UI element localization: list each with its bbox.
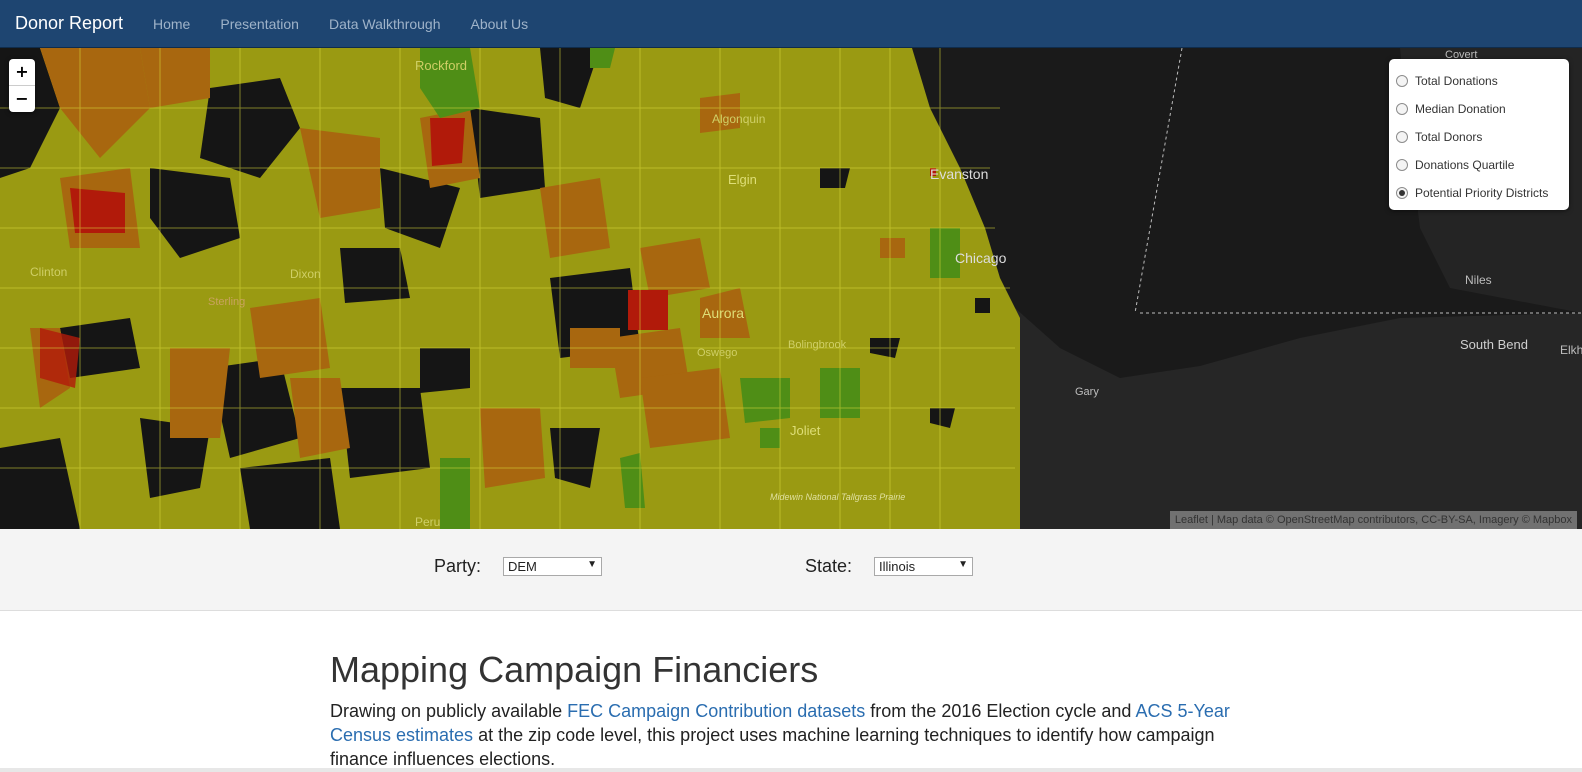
label-peru: Peru bbox=[415, 515, 440, 529]
party-select-value: DEM bbox=[508, 559, 537, 574]
nav-presentation[interactable]: Presentation bbox=[205, 0, 314, 48]
radio-icon[interactable] bbox=[1396, 75, 1408, 87]
label-gary: Gary bbox=[1075, 386, 1099, 398]
main-content: Mapping Campaign Financiers Drawing on p… bbox=[330, 611, 1230, 771]
intro-paragraph: Drawing on publicly available FEC Campai… bbox=[330, 699, 1230, 771]
zoom-in-button[interactable]: + bbox=[9, 59, 35, 85]
label-bolingbrook: Bolingbrook bbox=[788, 339, 847, 351]
layer-total-donors[interactable]: Total Donors bbox=[1396, 123, 1561, 151]
label-sterling: Sterling bbox=[208, 296, 245, 308]
state-select[interactable]: Illinois ▼ bbox=[874, 557, 973, 576]
layer-label: Median Donation bbox=[1415, 102, 1506, 116]
party-select[interactable]: DEM ▼ bbox=[503, 557, 602, 576]
radio-checked-icon[interactable] bbox=[1396, 187, 1408, 199]
layer-label: Potential Priority Districts bbox=[1415, 186, 1549, 200]
layer-label: Donations Quartile bbox=[1415, 158, 1515, 172]
label-algonquin: Algonquin bbox=[712, 112, 765, 126]
radio-icon[interactable] bbox=[1396, 131, 1408, 143]
zoom-out-button[interactable]: − bbox=[9, 85, 35, 112]
navbar: Donor Report Home Presentation Data Walk… bbox=[0, 0, 1582, 48]
layer-control: Total Donations Median Donation Total Do… bbox=[1389, 59, 1569, 210]
nav-about-us[interactable]: About Us bbox=[456, 0, 544, 48]
intro-text-1: Drawing on publicly available bbox=[330, 701, 568, 721]
label-elgin: Elgin bbox=[728, 172, 757, 187]
layer-potential-priority-districts[interactable]: Potential Priority Districts bbox=[1396, 179, 1561, 207]
layer-total-donations[interactable]: Total Donations bbox=[1396, 67, 1561, 95]
brand-link[interactable]: Donor Report bbox=[15, 13, 123, 34]
party-label: Party: bbox=[434, 556, 482, 576]
layer-label: Total Donors bbox=[1415, 130, 1483, 144]
label-elkhart: Elkh bbox=[1560, 343, 1582, 357]
label-niles: Niles bbox=[1465, 273, 1492, 287]
nav-data-walkthrough[interactable]: Data Walkthrough bbox=[314, 0, 456, 48]
map-canvas[interactable]: Rockford Algonquin Elgin Evanston Chicag… bbox=[0, 48, 1582, 529]
label-clinton: Clinton bbox=[30, 265, 67, 279]
label-midewin: Midewin National Tallgrass Prairie bbox=[770, 492, 905, 502]
dropdown-arrow-icon: ▼ bbox=[587, 559, 597, 570]
choropleth-map[interactable]: Rockford Algonquin Elgin Evanston Chicag… bbox=[0, 48, 1582, 529]
nav-links: Home Presentation Data Walkthrough About… bbox=[138, 0, 543, 48]
state-select-value: Illinois bbox=[879, 559, 916, 574]
zoom-control: + − bbox=[9, 59, 35, 112]
layer-donations-quartile[interactable]: Donations Quartile bbox=[1396, 151, 1561, 179]
label-joliet: Joliet bbox=[790, 423, 821, 438]
intro-text-2: from the 2016 Election cycle and bbox=[865, 701, 1136, 721]
label-aurora: Aurora bbox=[702, 305, 744, 321]
filter-bar: Party: DEM ▼ State: Illinois ▼ bbox=[0, 529, 1582, 611]
radio-icon[interactable] bbox=[1396, 103, 1408, 115]
fec-link[interactable]: FEC Campaign Contribution datasets bbox=[567, 701, 865, 721]
label-chicago: Chicago bbox=[955, 250, 1007, 266]
nav-home[interactable]: Home bbox=[138, 0, 205, 48]
layer-median-donation[interactable]: Median Donation bbox=[1396, 95, 1561, 123]
label-rockford: Rockford bbox=[415, 58, 467, 73]
page-title: Mapping Campaign Financiers bbox=[330, 649, 819, 690]
label-south-bend: South Bend bbox=[1460, 337, 1528, 352]
lake-border bbox=[1134, 48, 1183, 314]
radio-icon[interactable] bbox=[1396, 159, 1408, 171]
layer-label: Total Donations bbox=[1415, 74, 1498, 88]
dropdown-arrow-icon: ▼ bbox=[958, 559, 968, 570]
state-label: State: bbox=[805, 556, 853, 576]
label-dixon: Dixon bbox=[290, 267, 321, 281]
map-attribution: Leaflet | Map data © OpenStreetMap contr… bbox=[1169, 511, 1577, 529]
page-divider bbox=[0, 768, 1582, 772]
label-evanston: Evanston bbox=[930, 166, 988, 182]
label-oswego: Oswego bbox=[697, 347, 737, 359]
